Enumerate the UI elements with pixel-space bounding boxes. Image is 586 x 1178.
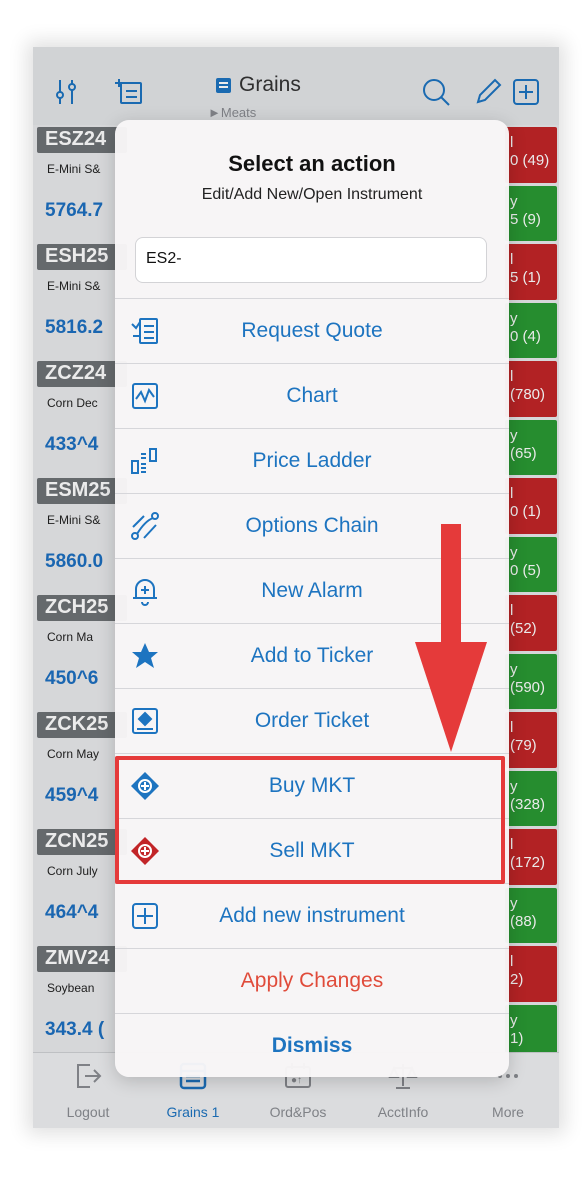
apply-changes-button[interactable]: Apply Changes xyxy=(115,948,509,1013)
action-label: Apply Changes xyxy=(240,969,384,992)
request-quote-button[interactable]: Request Quote xyxy=(115,298,509,363)
action-label: Request Quote xyxy=(241,319,383,342)
price-ladder-button[interactable]: Price Ladder xyxy=(115,428,509,493)
options-chain-icon xyxy=(131,512,159,540)
sheet-title: Select an action xyxy=(228,151,396,176)
phone-screen: Grains ►Meats ESZ24 E-Mini S& 5764.7 l 0 (4… xyxy=(33,47,559,1128)
add-new-instrument-button[interactable]: Add new instrument xyxy=(115,883,509,948)
screenshot-frame: Grains ►Meats ESZ24 E-Mini S& 5764.7 l 0 (4… xyxy=(0,0,586,1178)
action-label: Chart xyxy=(286,384,338,407)
chart-icon xyxy=(132,383,158,409)
order-ticket-icon xyxy=(132,708,158,734)
dismiss-button[interactable]: Dismiss xyxy=(115,1013,509,1077)
request-quote-icon xyxy=(131,318,158,344)
alarm-icon xyxy=(133,579,157,606)
price-ladder-icon xyxy=(131,448,157,474)
down-arrow-annotation xyxy=(415,524,487,752)
action-label: Dismiss xyxy=(271,1034,353,1057)
sheet-subtitle: Edit/Add New/Open Instrument xyxy=(201,186,423,203)
buy-sell-highlight-box xyxy=(115,756,505,884)
action-label: Price Ladder xyxy=(252,449,372,472)
chart-button[interactable]: Chart xyxy=(115,363,509,428)
star-icon xyxy=(132,643,158,668)
instrument-symbol-input[interactable]: ES2- xyxy=(135,237,487,283)
action-label: Add new instrument xyxy=(219,904,405,927)
plus-square-icon xyxy=(132,903,158,929)
